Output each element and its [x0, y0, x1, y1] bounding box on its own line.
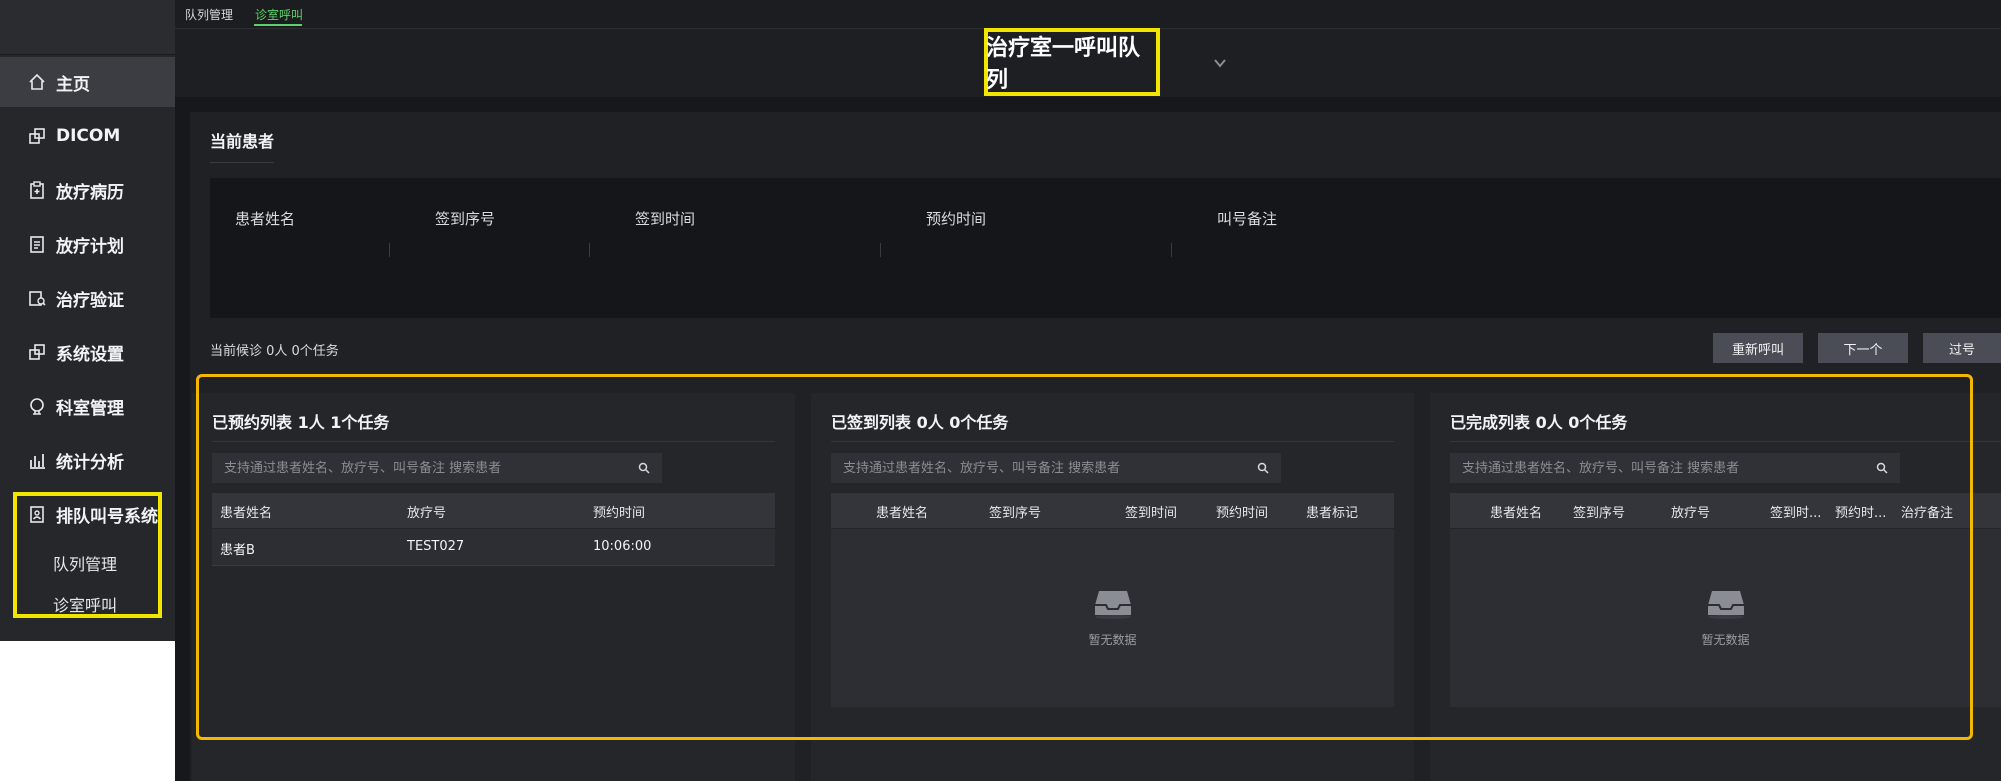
sidebar-item-verify[interactable]: 治疗验证 [0, 273, 175, 323]
column-divider [1171, 243, 1172, 257]
column-divider [589, 243, 590, 257]
settings-icon [29, 344, 45, 360]
tab-room-call[interactable]: 诊室呼叫 [255, 6, 303, 23]
home-icon [29, 73, 45, 90]
sidebar-item-settings[interactable]: 系统设置 [0, 327, 175, 377]
clipboard-icon [30, 181, 44, 199]
current-patient-title: 当前患者 [210, 132, 275, 151]
column-header: 预约时间 [926, 210, 987, 228]
sidebar-item-home[interactable]: 主页 [0, 57, 175, 107]
sidebar-header [0, 0, 175, 55]
column-header: 患者姓名 [235, 210, 296, 228]
chart-icon [30, 454, 45, 469]
sidebar-item-label: 放疗计划 [56, 236, 124, 257]
next-button[interactable]: 下一个 [1818, 333, 1908, 363]
sidebar-item-medical-record[interactable]: 放疗病历 [0, 165, 175, 215]
sidebar: 主页 DICOM 放疗病历 放疗计划 治疗验证 系统设置 科室管理 统计分析 排… [0, 0, 175, 641]
queue-title[interactable]: 治疗室一呼叫队列 [986, 36, 1156, 93]
skip-button[interactable]: 过号 [1923, 333, 2001, 363]
sidebar-item-label: 主页 [56, 74, 90, 95]
dicom-icon [29, 128, 45, 144]
column-header: 叫号备注 [1217, 210, 1278, 228]
section-divider [210, 162, 274, 163]
sidebar-item-label: 科室管理 [56, 398, 124, 419]
panels-highlight-box [196, 374, 1973, 740]
sidebar-item-label: 治疗验证 [56, 290, 124, 311]
column-header: 签到序号 [435, 210, 496, 228]
chevron-down-icon[interactable] [1213, 56, 1227, 70]
column-divider [880, 243, 881, 257]
sidebar-item-label: DICOM [56, 126, 121, 146]
document-icon [30, 236, 44, 253]
current-patient-table: 患者姓名 签到序号 签到时间 预约时间 叫号备注 [210, 178, 2001, 318]
waiting-count: 当前候诊 0人 0个任务 [210, 344, 339, 359]
highlight-box [13, 492, 162, 618]
sidebar-item-statistics[interactable]: 统计分析 [0, 435, 175, 485]
column-divider [389, 243, 390, 257]
tab-queue-management[interactable]: 队列管理 [185, 6, 233, 23]
sidebar-item-department[interactable]: 科室管理 [0, 381, 175, 431]
active-tab-indicator [254, 24, 302, 26]
recall-button[interactable]: 重新呼叫 [1713, 333, 1803, 363]
verify-icon [29, 291, 46, 306]
sidebar-item-dicom[interactable]: DICOM [0, 111, 175, 161]
tab-bar: 队列管理 诊室呼叫 [175, 0, 2001, 29]
sidebar-item-label: 系统设置 [56, 344, 124, 365]
sidebar-item-label: 统计分析 [56, 452, 124, 473]
sidebar-item-plan[interactable]: 放疗计划 [0, 219, 175, 269]
column-header: 签到时间 [635, 210, 696, 228]
sidebar-item-label: 放疗病历 [56, 182, 124, 203]
department-icon [30, 398, 44, 415]
